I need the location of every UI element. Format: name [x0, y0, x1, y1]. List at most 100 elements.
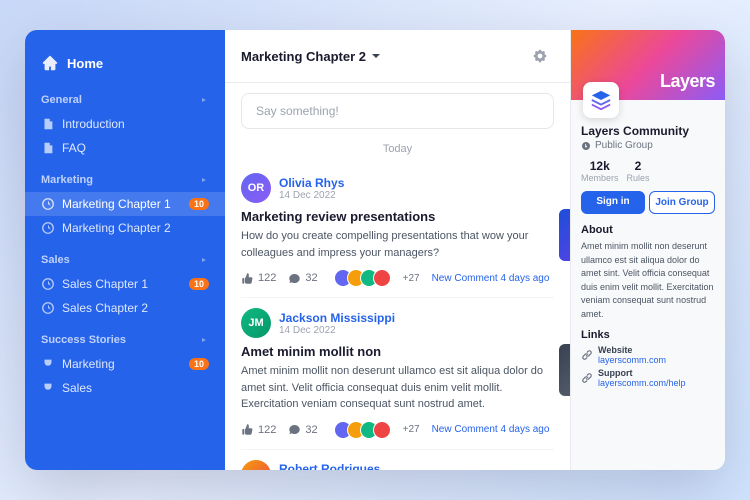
post-1-header: OR Olivia Rhys 14 Dec 2022: [241, 173, 554, 203]
main-header: Marketing Chapter 2: [225, 30, 570, 83]
sidebar-section-header-marketing[interactable]: Marketing: [25, 168, 225, 192]
sidebar-item-label-faq: FAQ: [62, 141, 86, 155]
sidebar-item-introduction[interactable]: Introduction: [25, 112, 225, 136]
post-3-author[interactable]: Robert Rodrigues: [279, 462, 380, 470]
link-website-label: Website: [598, 345, 666, 355]
layers-logo-area: [583, 82, 619, 118]
doc-icon: [41, 117, 55, 131]
section-sales-label: Sales: [41, 254, 70, 266]
sidebar-item-label-m2: Marketing Chapter 2: [62, 221, 171, 235]
today-divider: Today: [225, 139, 570, 163]
trophy-icon-sm: [41, 357, 55, 371]
settings-button[interactable]: [526, 42, 554, 70]
posts-list: OR Olivia Rhys 14 Dec 2022 Marketing rev…: [225, 163, 570, 470]
sidebar-section-general: General Introduction FAQ: [25, 88, 225, 168]
post-2-likes-count: 122: [258, 424, 276, 436]
right-panel-banner: Layers: [571, 30, 725, 100]
join-group-button[interactable]: Join Group: [649, 191, 715, 214]
chevron-marketing-icon: [199, 175, 209, 185]
link-support-url[interactable]: layerscomm.com/help: [598, 378, 686, 388]
sidebar-item-faq[interactable]: FAQ: [25, 136, 225, 160]
post-2: JM Jackson Mississippi 14 Dec 2022 Amet …: [241, 298, 554, 450]
community-type-label: Public Group: [595, 140, 653, 151]
comment-icon-2: [288, 423, 301, 436]
badge-s1: 10: [189, 278, 209, 290]
sidebar-item-sales-ch2[interactable]: Sales Chapter 2: [25, 296, 225, 320]
sidebar-section-success: Success Stories Marketing 10 Sales: [25, 328, 225, 408]
post-2-header: JM Jackson Mississippi 14 Dec 2022: [241, 308, 554, 338]
section-general-label: General: [41, 94, 82, 106]
post-1-date: 14 Dec 2022: [279, 190, 344, 201]
link-support-label: Support: [598, 368, 686, 378]
post-2-actions: 122 32 +27: [241, 421, 549, 439]
link-support[interactable]: Support layerscomm.com/help: [581, 368, 715, 388]
chevron-general-icon: [199, 95, 209, 105]
post-2-author[interactable]: Jackson Mississippi: [279, 311, 395, 325]
post-1: OR Olivia Rhys 14 Dec 2022 Marketing rev…: [241, 163, 554, 298]
post-1-author[interactable]: Olivia Rhys: [279, 176, 344, 190]
sidebar-item-sales-ch1[interactable]: Sales Chapter 1 10: [25, 272, 225, 296]
badge-m1: 10: [189, 198, 209, 210]
sidebar-section-header-success[interactable]: Success Stories: [25, 328, 225, 352]
main-content: Marketing Chapter 2 Say something! Today…: [225, 30, 570, 470]
say-something-placeholder: Say something!: [256, 104, 339, 118]
post-2-reactions: [334, 421, 391, 439]
post-1-body: How do you create compelling presentatio…: [241, 228, 549, 261]
say-something-input[interactable]: Say something!: [241, 93, 554, 129]
post-1-media[interactable]: ▶: [559, 209, 570, 261]
chart-icon-m2: [41, 221, 55, 235]
sidebar-item-label-s1: Sales Chapter 1: [62, 277, 148, 291]
sidebar-section-sales: Sales Sales Chapter 1 10 Sales Chapter 2: [25, 248, 225, 328]
post-3-header: RR Robert Rodrigues 14 Dec 2022: [241, 460, 554, 471]
post-2-extra-reactions: +27: [403, 424, 420, 435]
post-1-like[interactable]: 122: [241, 272, 276, 285]
post-1-title: Marketing review presentations: [241, 209, 549, 224]
about-text: Amet minim mollit non deserunt ullamco e…: [581, 240, 715, 321]
post-1-comments-count: 32: [305, 272, 317, 284]
post-1-comment[interactable]: 32: [288, 272, 317, 285]
chart-icon-s2: [41, 301, 55, 315]
chart-icon-s1: [41, 277, 55, 291]
post-1-new-comment[interactable]: New Comment 4 days ago: [432, 273, 550, 284]
link-website-url[interactable]: layerscomm.com: [598, 355, 666, 365]
sidebar-item-success-marketing[interactable]: Marketing 10: [25, 352, 225, 376]
sidebar-home[interactable]: Home: [25, 46, 225, 88]
sign-in-button[interactable]: Sign in: [581, 191, 645, 214]
home-icon: [41, 54, 59, 72]
app-window: Home General Introduction FAQ: [25, 30, 725, 470]
community-name: Layers Community: [581, 124, 715, 138]
sidebar-item-success-sales[interactable]: Sales: [25, 376, 225, 400]
gear-icon: [532, 48, 548, 64]
post-2-title: Amet minim mollit non: [241, 344, 549, 359]
mini-avatar-4: [373, 269, 391, 287]
chapter-selector-label: Marketing Chapter 2: [241, 49, 366, 64]
trophy-icon-ss: [41, 381, 55, 395]
right-panel-buttons: Sign in Join Group: [581, 191, 715, 214]
sidebar-item-marketing-ch1[interactable]: Marketing Chapter 1 10: [25, 192, 225, 216]
badge-sm: 10: [189, 358, 209, 370]
chevron-success-icon: [199, 335, 209, 345]
post-2-like[interactable]: 122: [241, 423, 276, 436]
stats-row: 12k Members 2 Rules: [581, 159, 715, 183]
sidebar-section-header-general[interactable]: General: [25, 88, 225, 112]
post-1-body-area: Marketing review presentations How do yo…: [241, 209, 554, 287]
post-2-new-comment[interactable]: New Comment 4 days ago: [432, 424, 550, 435]
stat-members-value: 12k: [581, 159, 619, 173]
avatar-3: RR: [241, 460, 271, 471]
section-marketing-label: Marketing: [41, 174, 93, 186]
post-3: RR Robert Rodrigues 14 Dec 2022 Amet min…: [241, 450, 554, 471]
stat-rules-label: Rules: [627, 173, 650, 183]
community-type: Public Group: [581, 140, 715, 151]
post-2-comment[interactable]: 32: [288, 423, 317, 436]
post-2-body: Amet minim mollit non deserunt ullamco e…: [241, 363, 549, 413]
sidebar-item-marketing-ch2[interactable]: Marketing Chapter 2: [25, 216, 225, 240]
post-2-media[interactable]: [559, 344, 570, 396]
layers-wordmark: Layers: [660, 71, 715, 92]
post-1-extra-reactions: +27: [403, 273, 420, 284]
post-1-text: Marketing review presentations How do yo…: [241, 209, 549, 287]
chapter-selector[interactable]: Marketing Chapter 2: [241, 49, 382, 64]
layers-logo-icon: [583, 82, 619, 118]
post-2-body-area: Amet minim mollit non Amet minim mollit …: [241, 344, 554, 439]
sidebar-section-header-sales[interactable]: Sales: [25, 248, 225, 272]
link-website[interactable]: Website layerscomm.com: [581, 345, 715, 365]
